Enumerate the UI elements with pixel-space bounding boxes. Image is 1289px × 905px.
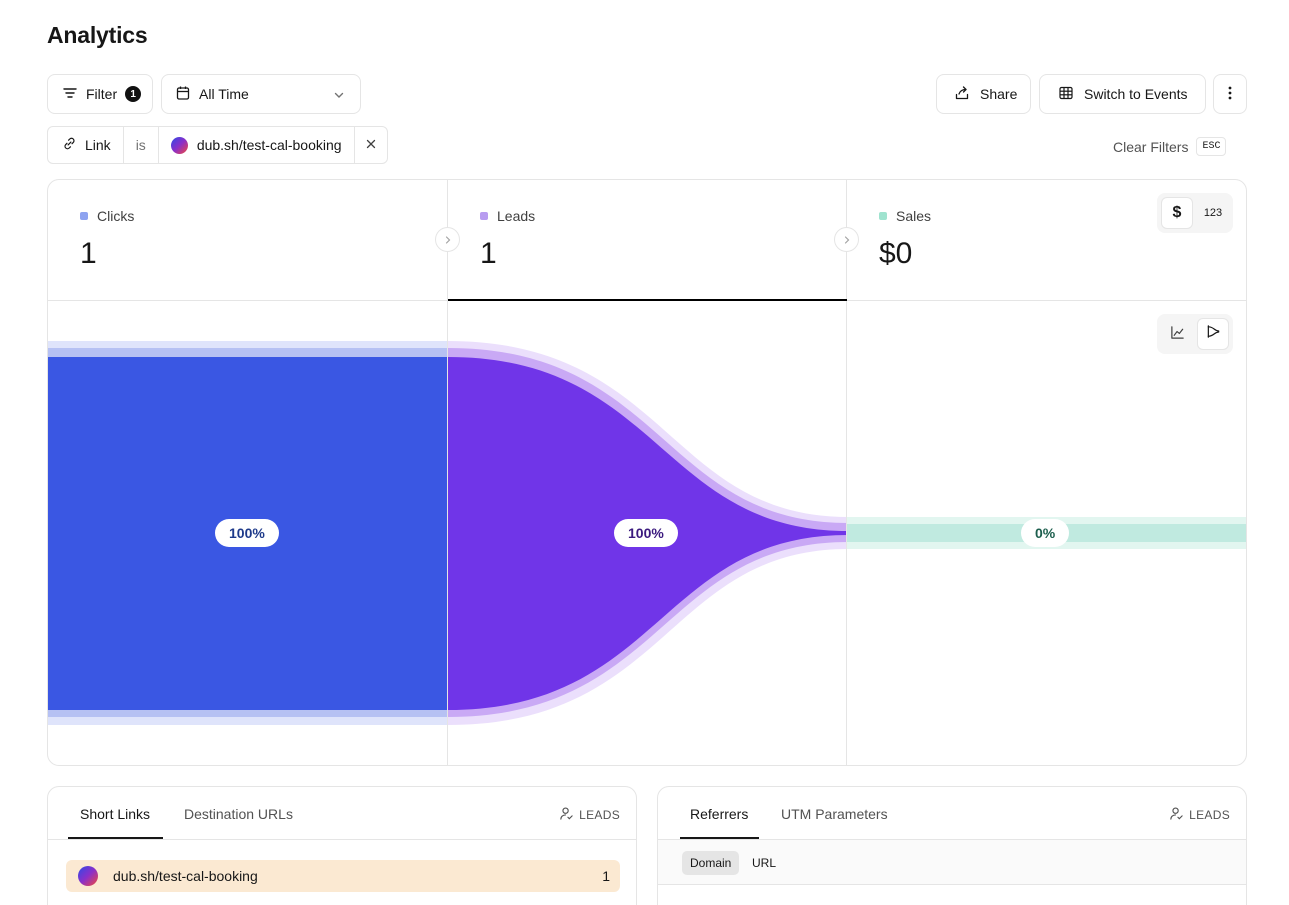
link-icon [62, 136, 77, 154]
active-filter-chip: Link is dub.sh/test-cal-booking [47, 126, 388, 164]
sales-percent-label: 0% [1021, 519, 1070, 547]
active-tab-indicator [680, 837, 759, 839]
list-item[interactable]: dub.sh/test-cal-booking 1 [66, 860, 620, 892]
count-option[interactable]: 123 [1197, 197, 1229, 229]
filter-value[interactable]: dub.sh/test-cal-booking [159, 127, 355, 163]
filter-button[interactable]: Filter 1 [47, 74, 153, 114]
sales-label: Sales [896, 208, 932, 224]
leads-percent-label: 100% [614, 519, 678, 547]
metric-label: Sales [879, 208, 931, 224]
line-chart-option[interactable] [1161, 318, 1193, 350]
metric-label: Clicks [80, 208, 134, 224]
clicks-label: Clicks [97, 208, 135, 224]
more-options-button[interactable] [1213, 74, 1247, 114]
referrer-subtabs: Domain URL [658, 840, 1246, 885]
chevron-right-icon [843, 231, 851, 249]
line-chart-icon [1170, 325, 1185, 343]
sales-swatch [879, 212, 887, 220]
currency-option[interactable]: $ [1161, 197, 1193, 229]
filter-count-badge: 1 [125, 86, 142, 102]
esc-shortcut: ESC [1196, 137, 1227, 156]
filter-label: Filter [86, 86, 118, 102]
table-icon [1058, 85, 1074, 104]
funnel-icon [1206, 324, 1221, 344]
value-format-toggle: $ 123 [1157, 193, 1233, 233]
link-favicon [170, 136, 188, 154]
calendar-icon [175, 85, 191, 104]
referrers-card-tabs: Referrers UTM Parameters LEADS [658, 787, 1246, 840]
clicks-to-leads-arrow[interactable] [435, 227, 460, 252]
tab-utm-parameters[interactable]: UTM Parameters [781, 806, 888, 822]
list-item-label: dub.sh/test-cal-booking [113, 868, 258, 884]
filter-field[interactable]: Link [48, 127, 124, 163]
chart-type-toggle [1157, 314, 1233, 354]
funnel-chart-option[interactable] [1197, 318, 1229, 350]
date-range-label: All Time [199, 86, 249, 102]
tab-referrers[interactable]: Referrers [690, 806, 748, 822]
share-icon [954, 85, 970, 104]
clear-filters-label: Clear Filters [1113, 138, 1189, 155]
user-check-icon [1169, 806, 1184, 824]
user-check-icon [559, 806, 574, 824]
funnel-panel: Clicks 1 Leads 1 Sales $0 $ 123 100% 100… [47, 179, 1247, 766]
chevron-right-icon [444, 231, 452, 249]
clicks-swatch [80, 212, 88, 220]
filter-icon [62, 85, 78, 104]
share-button[interactable]: Share [936, 74, 1031, 114]
links-card: Short Links Destination URLs LEADS dub.s… [47, 786, 637, 905]
switch-to-events-label: Switch to Events [1084, 86, 1188, 102]
share-label: Share [980, 86, 1018, 102]
metric-tab-leads[interactable]: Leads 1 [448, 180, 847, 301]
tab-short-links[interactable]: Short Links [80, 806, 150, 822]
page-title: Analytics [47, 22, 148, 48]
referrers-card: Referrers UTM Parameters LEADS Domain UR… [657, 786, 1247, 905]
subtab-domain[interactable]: Domain [682, 851, 740, 875]
filter-operator: is [124, 127, 159, 163]
links-metric-selector[interactable]: LEADS [559, 806, 620, 824]
clear-filters-button[interactable]: Clear Filters ESC [1113, 137, 1227, 156]
link-favicon [78, 866, 98, 886]
more-vertical-icon [1228, 85, 1232, 104]
metric-label: Leads [480, 208, 535, 224]
referrers-metric-selector[interactable]: LEADS [1169, 806, 1230, 824]
active-tab-indicator [68, 837, 163, 839]
chevron-down-icon [332, 88, 346, 105]
filter-value-label: dub.sh/test-cal-booking [196, 137, 342, 153]
filter-field-label: Link [85, 137, 111, 153]
referrers-metric-label: LEADS [1189, 808, 1230, 822]
switch-to-events-button[interactable]: Switch to Events [1039, 74, 1206, 114]
tab-destination-urls[interactable]: Destination URLs [184, 806, 293, 822]
clicks-value: 1 [80, 237, 97, 270]
leads-to-sales-arrow[interactable] [834, 227, 859, 252]
list-item-count: 1 [602, 868, 610, 884]
close-icon [365, 137, 377, 153]
links-metric-label: LEADS [579, 808, 620, 822]
sales-value: $0 [879, 237, 913, 270]
subtab-url[interactable]: URL [744, 851, 784, 875]
remove-filter-button[interactable] [355, 127, 387, 163]
date-range-select[interactable]: All Time [161, 74, 361, 114]
clicks-percent-label: 100% [215, 519, 279, 547]
leads-label: Leads [497, 208, 536, 224]
metric-tab-clicks[interactable]: Clicks 1 [48, 180, 448, 301]
leads-swatch [480, 212, 488, 220]
links-card-tabs: Short Links Destination URLs LEADS [48, 787, 636, 840]
leads-value: 1 [480, 237, 497, 270]
